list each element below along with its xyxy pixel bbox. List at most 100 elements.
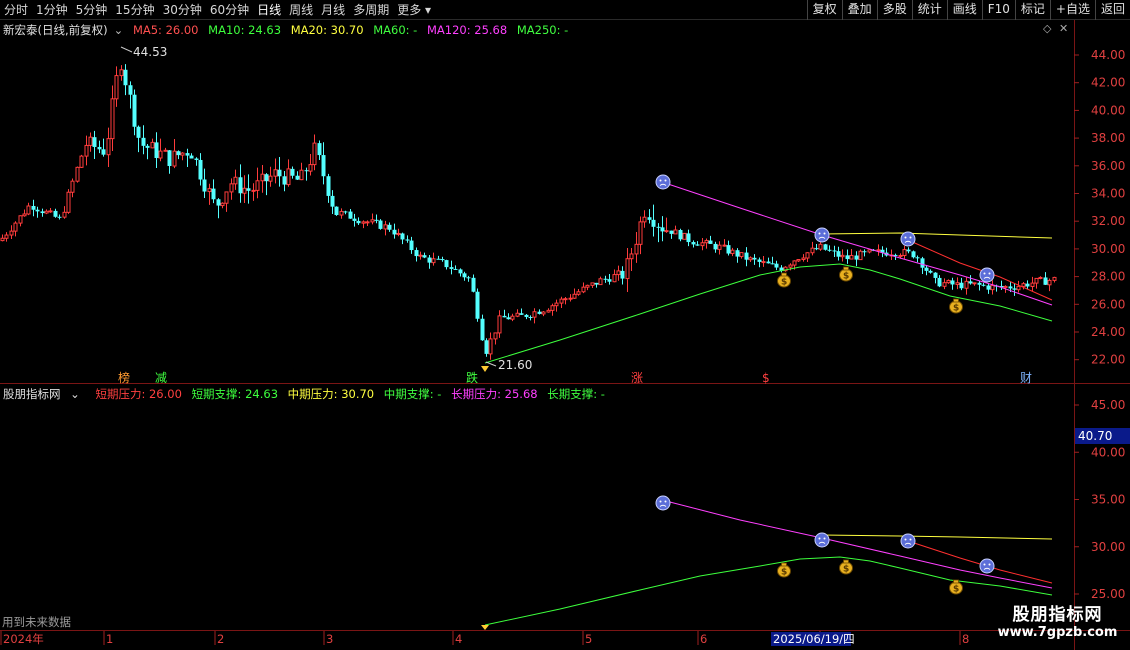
event-marker-rise[interactable]: 涨 (631, 370, 643, 385)
candle-body-up (810, 247, 815, 254)
sad-face-eye (664, 179, 667, 182)
ind-mid-resistance-line (821, 534, 1053, 540)
candle-body-down (708, 240, 713, 244)
candle-body-down (862, 251, 867, 253)
candle-body-up (867, 249, 872, 253)
candle-body-up (229, 183, 234, 193)
sad-face-eye (904, 538, 907, 541)
candle-body-up (114, 75, 119, 100)
price-axis: 44.00 42.00 40.00 38.00 36.00 34.00 32.00 30.00… (1074, 48, 1125, 367)
candle-body-up (308, 164, 313, 172)
money-bag-neck (781, 272, 787, 277)
candle-body-down (986, 285, 991, 290)
event-markers: 榜 减 跌 涨 $ 财 (118, 370, 1032, 385)
candle-body-up (312, 142, 317, 166)
candle-body-up (876, 249, 881, 252)
candle-body-up (110, 98, 115, 140)
sad-face-eye (983, 563, 986, 566)
time-axis: 2024年123456782025/06/19/四 (0, 631, 969, 646)
candle-body-up (497, 315, 502, 334)
candle-body-up (13, 222, 18, 232)
candle-body-down (906, 249, 911, 252)
event-marker-reduce[interactable]: 减 (155, 371, 167, 385)
price-tick-label: 22.00 (1091, 353, 1125, 367)
candle-body-down (678, 230, 683, 240)
candle-body-down (669, 230, 674, 234)
candle-body-down (246, 188, 251, 191)
sad-face-bg (900, 231, 916, 247)
candle-body-up (572, 293, 577, 299)
price-tick-label: 30.00 (1091, 242, 1125, 256)
indicator-tick-label: 35.00 (1091, 493, 1125, 507)
candle-body-up (62, 211, 67, 218)
candle-body-up (554, 302, 559, 307)
candle-body-up (638, 221, 643, 245)
candle-body-up (224, 191, 229, 204)
ind-long-support-line (484, 556, 1053, 626)
sad-face-eye (823, 537, 826, 540)
candle-body-down (651, 219, 656, 227)
candle-body-down (607, 279, 612, 282)
candle-body-up (18, 215, 23, 224)
candle-body-down (594, 282, 599, 285)
candle-body-up (251, 189, 256, 192)
money-bag-neck (781, 562, 787, 567)
candle-body-up (550, 305, 555, 311)
money-bag-symbol: $ (843, 565, 849, 575)
candle-body-up (568, 297, 573, 300)
candle-body-up (585, 284, 590, 288)
candle-body-down (691, 242, 696, 245)
candle-body-down (356, 220, 361, 224)
candle-body-up (70, 180, 75, 193)
candle-body-down (238, 177, 243, 194)
sad-face-eye (909, 538, 912, 541)
event-marker-dividend[interactable]: $ (762, 371, 770, 385)
candle-body-down (832, 250, 837, 252)
candle-body-down (53, 210, 58, 217)
candle-body-up (106, 138, 111, 156)
candle-body-up (546, 309, 551, 313)
candle-body-down (836, 251, 841, 257)
candle-body-up (418, 254, 423, 257)
candle-body-up (4, 234, 9, 239)
candle-body-down (981, 284, 986, 286)
candle-body-down (378, 220, 383, 229)
candle-body-down (774, 263, 779, 268)
candle-body-up (796, 259, 801, 262)
sad-face-bg (814, 532, 830, 548)
indicator-tick-label: 40.00 (1091, 445, 1125, 459)
watermark-line1: 股朋指标网 (1012, 605, 1103, 625)
candle-body-up (664, 230, 669, 233)
candle-body-up (1030, 282, 1035, 287)
candle-body-down (392, 229, 397, 235)
time-tick-label: 1 (106, 632, 113, 646)
candle-body-down (920, 258, 925, 268)
candle-body-up (955, 282, 960, 285)
candle-body-down (968, 281, 973, 284)
candle-body-up (541, 311, 546, 315)
candle-body-up (598, 278, 603, 286)
future-data-note: 用到未来数据 (2, 615, 71, 629)
high-annotation: 44.53 (120, 45, 167, 59)
candle-body-up (990, 285, 995, 291)
sad-face-bg (900, 533, 916, 549)
candle-body-up (788, 264, 793, 268)
candle-body-down (352, 218, 357, 221)
cursor-date-label: 2025/06/19/四 (773, 632, 855, 646)
candle-body-up (260, 173, 265, 182)
candle-body-up (172, 150, 177, 167)
event-marker-finance[interactable]: 财 (1020, 371, 1032, 385)
candle-body-down (348, 211, 353, 219)
event-marker-fall[interactable]: 跌 (466, 370, 478, 385)
candle-body-up (946, 279, 951, 284)
candle-body-up (220, 202, 225, 207)
chart-canvas[interactable]: 44.00 42.00 40.00 38.00 36.00 34.00 32.00 30.00… (0, 0, 1130, 650)
candle-body-down (123, 69, 128, 86)
sad-face-icon (655, 495, 671, 511)
candle-body-down (194, 158, 199, 160)
candle-body-up (700, 242, 705, 247)
event-marker-bang[interactable]: 榜 (118, 370, 130, 385)
candle-body-down (304, 170, 309, 172)
candle-body-up (559, 298, 564, 304)
money-bag-icon: $ (839, 559, 853, 575)
